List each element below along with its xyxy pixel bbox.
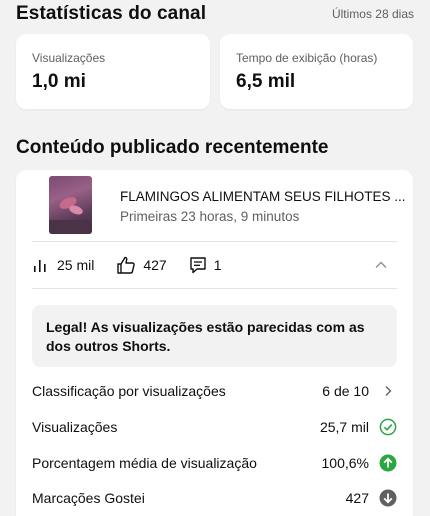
chevron-right-icon[interactable] — [379, 382, 397, 400]
chevron-up-icon[interactable] — [373, 257, 389, 273]
recent-content-title: Conteúdo publicado recentemente — [16, 137, 329, 158]
ranking-label: Classificação por visualizações — [32, 383, 226, 399]
divider — [32, 288, 397, 289]
channel-stats-header: Estatísticas do canal Últimos 28 dias — [16, 2, 414, 26]
video-subtitle: Primeiras 23 horas, 9 minutos — [120, 209, 300, 224]
ranking-row[interactable]: Classificação por visualizações 6 de 10 — [32, 381, 397, 401]
video-thumbnail[interactable] — [49, 176, 92, 234]
avg-percentage-value: 100,6% — [321, 455, 369, 471]
comment-icon — [190, 257, 206, 274]
comments-metric-value: 1 — [213, 257, 222, 273]
channel-stats-title: Estatísticas do canal — [16, 3, 207, 24]
comments-metric: 1 — [189, 256, 222, 274]
check-circle-icon — [379, 418, 397, 436]
views-row-label: Visualizações — [32, 419, 118, 435]
video-metrics-row: 25 mil 427 1 — [32, 242, 397, 288]
likes-metric-value: 427 — [143, 257, 167, 273]
watch-time-stat-label: Tempo de exibição (horas) — [236, 51, 378, 65]
watch-time-stat-value: 6,5 mil — [236, 71, 296, 92]
views-metric-value: 25 mil — [57, 257, 95, 273]
ranking-value: 6 de 10 — [322, 383, 369, 399]
period-label: Últimos 28 dias — [331, 7, 414, 21]
video-title[interactable]: FLAMINGOS ALIMENTAM SEUS FILHOTES ... — [120, 189, 405, 204]
performance-banner: Legal! As visualizações estão parecidas … — [32, 305, 397, 367]
views-row: Visualizações 25,7 mil — [32, 417, 397, 437]
views-stat-value: 1,0 mi — [32, 71, 86, 92]
views-stat-label: Visualizações — [32, 51, 106, 65]
likes-metric: 427 — [116, 256, 167, 274]
likes-row-value: 427 — [345, 490, 369, 506]
arrow-down-circle-icon — [379, 489, 397, 507]
bar-chart-icon — [34, 260, 46, 272]
views-metric: 25 mil — [32, 257, 94, 273]
views-stat-card[interactable]: Visualizações 1,0 mi — [16, 34, 210, 109]
avg-percentage-label: Porcentagem média de visualização — [32, 455, 257, 471]
thumbs-up-icon — [117, 256, 136, 274]
video-item[interactable]: FLAMINGOS ALIMENTAM SEUS FILHOTES ... Pr… — [16, 170, 413, 241]
arrow-up-circle-icon — [379, 454, 397, 472]
likes-row-label: Marcações Gostei — [32, 490, 145, 506]
views-row-value: 25,7 mil — [319, 419, 369, 435]
watch-time-stat-card[interactable]: Tempo de exibição (horas) 6,5 mil — [220, 34, 413, 109]
recent-content-card: FLAMINGOS ALIMENTAM SEUS FILHOTES ... Pr… — [16, 170, 413, 516]
likes-row: Marcações Gostei 427 — [32, 488, 397, 508]
avg-percentage-row: Porcentagem média de visualização 100,6% — [32, 453, 397, 473]
